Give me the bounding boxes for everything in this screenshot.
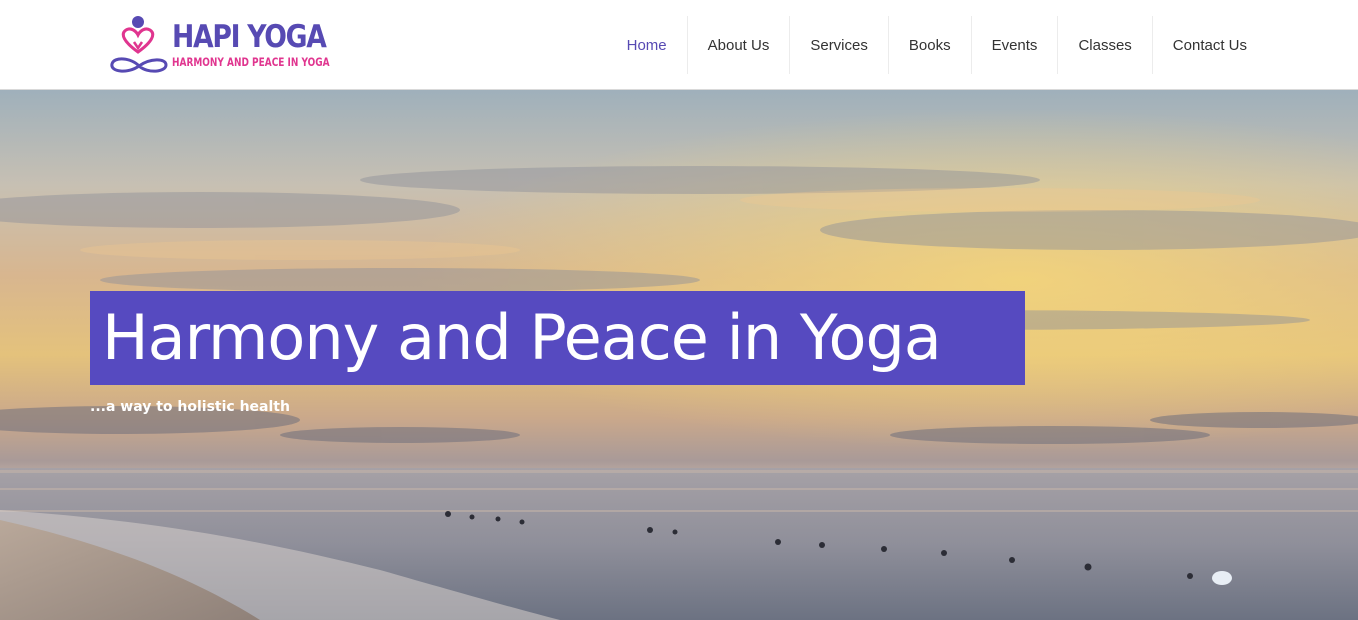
nav-item-about-us[interactable]: About Us [686, 16, 790, 74]
site-header: HAPI YOGA HARMONY AND PEACE IN YOGA Home… [0, 0, 1358, 90]
brand-title: HAPI YOGA [172, 19, 327, 55]
hero-title: Harmony and Peace in Yoga [102, 301, 942, 374]
hero-subtitle: ...a way to holistic health [90, 399, 290, 415]
main-nav: Home About Us Services Books Events Clas… [607, 16, 1267, 74]
nav-item-classes[interactable]: Classes [1057, 16, 1151, 74]
nav-item-contact-us[interactable]: Contact Us [1151, 16, 1267, 74]
nav-item-events[interactable]: Events [970, 16, 1058, 74]
meditating-heart-infinity-icon [110, 16, 168, 73]
hero-title-box: Harmony and Peace in Yoga [90, 291, 1025, 385]
brand-tagline: HARMONY AND PEACE IN YOGA [172, 55, 330, 69]
nav-item-books[interactable]: Books [887, 16, 971, 74]
nav-item-services[interactable]: Services [789, 16, 888, 74]
nav-item-home[interactable]: Home [607, 16, 687, 74]
site-logo[interactable]: HAPI YOGA HARMONY AND PEACE IN YOGA [108, 12, 330, 78]
logo-text: HAPI YOGA HARMONY AND PEACE IN YOGA [172, 20, 374, 70]
hero-banner: Harmony and Peace in Yoga ...a way to ho… [0, 90, 1358, 620]
